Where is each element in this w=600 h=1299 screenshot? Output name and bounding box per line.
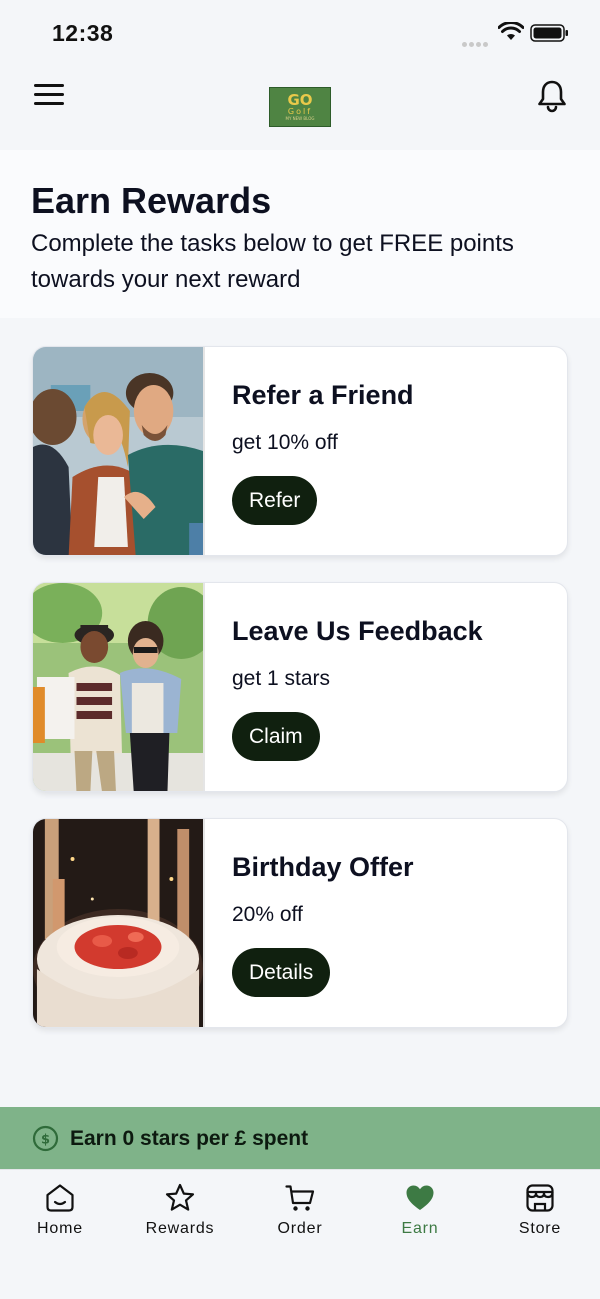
status-bar: 12:38 [0, 0, 600, 64]
signal-dots-icon [462, 34, 492, 47]
card-description: get 10% off [232, 431, 338, 454]
card-title: Birthday Offer [232, 852, 414, 882]
tab-label: Order [277, 1220, 323, 1237]
couple-shopping-photo [33, 583, 205, 791]
home-icon [46, 1184, 74, 1212]
page-subtitle: Complete the tasks below to get FREE poi… [31, 230, 514, 293]
store-icon [526, 1184, 554, 1212]
hamburger-menu-icon[interactable] [34, 84, 64, 108]
tab-earn[interactable]: Earn [360, 1182, 480, 1252]
bottom-tab-bar: Home Rewards Order Earn Store [0, 1169, 600, 1299]
reward-card-refer[interactable]: Refer a Friend get 10% off Refer [32, 346, 568, 556]
tab-label: Rewards [145, 1220, 215, 1237]
card-title: Leave Us Feedback [232, 616, 483, 646]
app-header: GO Golf MY NEW BLOG [0, 64, 600, 150]
earn-rate-banner: $ Earn 0 stars per £ spent [0, 1107, 600, 1169]
page-title: Earn Rewards [31, 180, 272, 221]
logo-tag: MY NEW BLOG [285, 116, 315, 121]
card-description: get 1 stars [232, 667, 331, 690]
intro-section: Earn Rewards Complete the tasks below to… [0, 150, 600, 318]
brand-logo: GO Golf MY NEW BLOG [269, 87, 331, 127]
svg-text:$: $ [41, 1133, 50, 1148]
details-button[interactable]: Details [232, 948, 331, 997]
earn-rate-text: Earn 0 stars per £ spent [70, 1127, 309, 1150]
birthday-cake-photo [33, 819, 205, 1027]
bell-icon[interactable] [536, 78, 568, 114]
claim-button[interactable]: Claim [232, 712, 320, 761]
reward-card-feedback[interactable]: Leave Us Feedback get 1 stars Claim [32, 582, 568, 792]
card-title: Refer a Friend [232, 380, 414, 410]
heart-icon [406, 1185, 434, 1210]
tab-label: Earn [401, 1220, 439, 1237]
friends-laughing-photo [33, 347, 205, 555]
logo-title: GO [287, 91, 313, 109]
tab-label: Home [37, 1220, 83, 1237]
refer-button[interactable]: Refer [232, 476, 318, 525]
tab-home[interactable]: Home [0, 1182, 120, 1252]
dollar-circle-icon: $ [32, 1125, 59, 1152]
star-icon [165, 1183, 195, 1211]
tab-rewards[interactable]: Rewards [120, 1182, 240, 1252]
reward-card-birthday[interactable]: Birthday Offer 20% off Details [32, 818, 568, 1028]
logo-sub: Golf [287, 107, 313, 116]
wifi-icon [498, 22, 524, 40]
tab-store[interactable]: Store [480, 1182, 600, 1252]
tab-order[interactable]: Order [240, 1182, 360, 1252]
tab-label: Store [518, 1220, 562, 1237]
battery-icon [530, 24, 568, 42]
cart-icon [285, 1185, 315, 1211]
card-description: 20% off [232, 903, 303, 926]
status-time: 12:38 [52, 20, 114, 46]
